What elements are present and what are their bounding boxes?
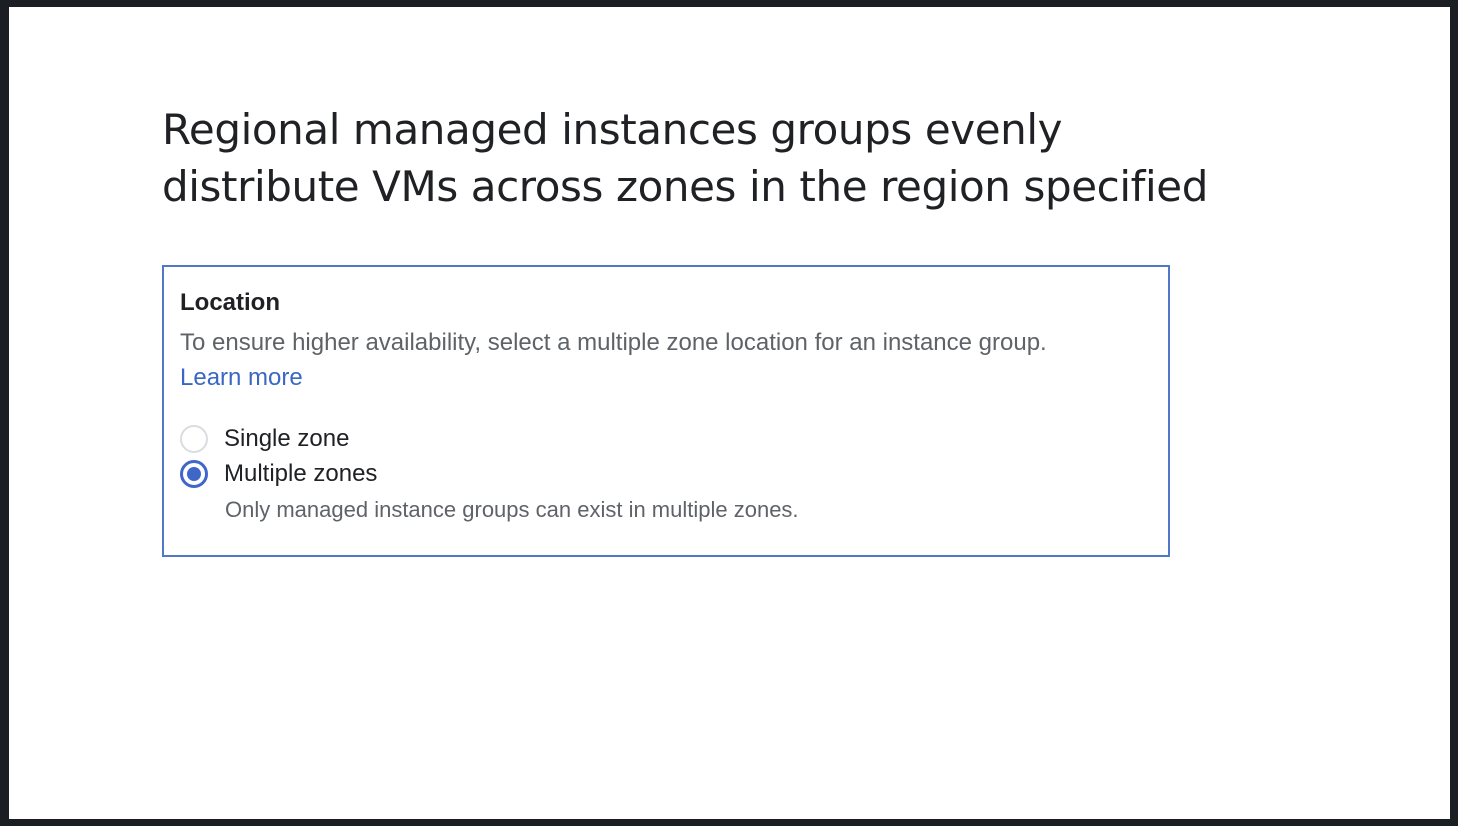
location-description: To ensure higher availability, select a … <box>180 329 1047 356</box>
learn-more-link[interactable]: Learn more <box>180 364 303 392</box>
radio-unchecked-icon[interactable] <box>180 425 208 453</box>
location-panel: Location To ensure higher availability, … <box>162 265 1170 557</box>
radio-label-multiple-zones: Multiple zones <box>224 460 378 487</box>
radio-single-zone[interactable]: Single zone <box>180 425 349 453</box>
radio-dot-icon <box>187 467 201 481</box>
slide-title-line-1: Regional managed instances groups evenly <box>162 105 1063 154</box>
location-heading: Location <box>180 289 280 316</box>
radio-multiple-zones[interactable]: Multiple zones <box>180 460 377 488</box>
slide-title: Regional managed instances groups evenly… <box>162 101 1362 215</box>
radio-checked-icon[interactable] <box>180 460 208 488</box>
slide: Regional managed instances groups evenly… <box>9 7 1450 819</box>
multiple-zones-helper-text: Only managed instance groups can exist i… <box>225 497 799 522</box>
slide-title-line-2: distribute VMs across zones in the regio… <box>162 162 1208 211</box>
radio-label-single-zone: Single zone <box>224 425 350 452</box>
